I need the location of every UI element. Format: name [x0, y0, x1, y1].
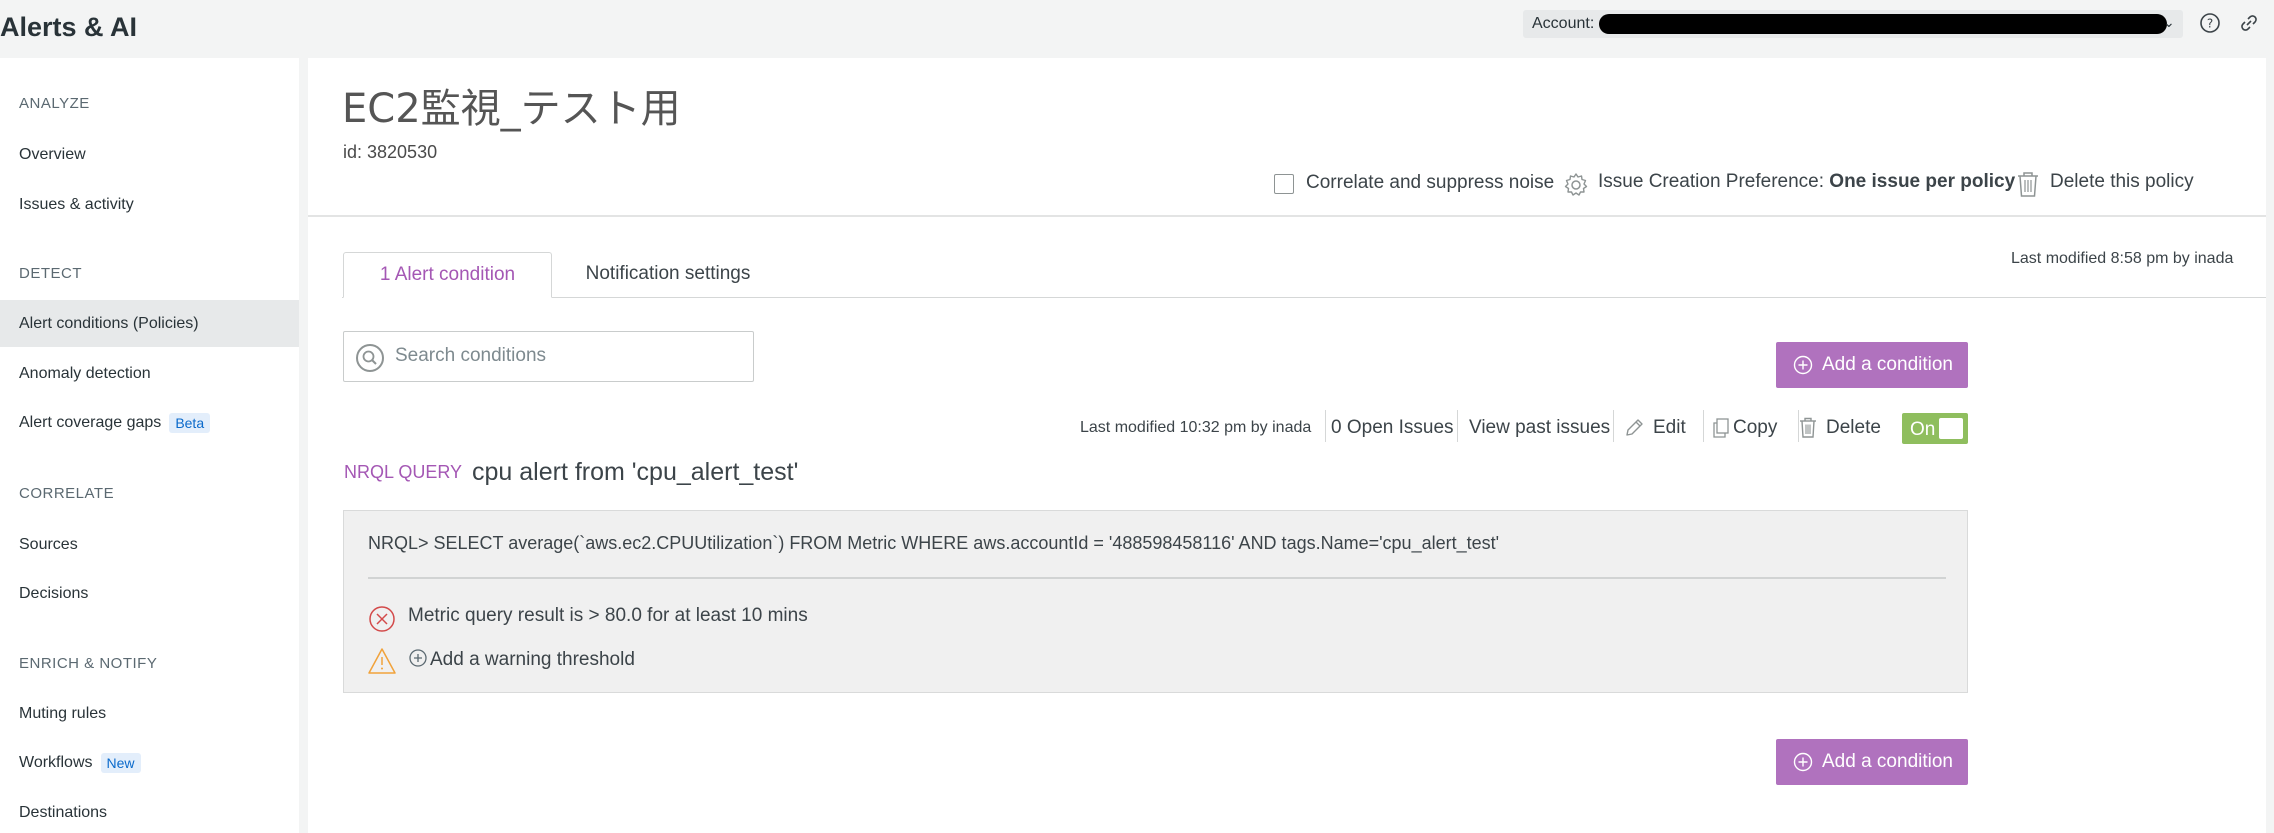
warning-triangle-icon: [368, 648, 396, 674]
account-label: Account:: [1532, 15, 1595, 32]
divider: [308, 215, 2266, 217]
sidebar-item-label: Muting rules: [19, 705, 107, 722]
delete-condition-button[interactable]: Delete: [1826, 417, 1881, 439]
add-warning-threshold-link[interactable]: Add a warning threshold: [430, 649, 635, 671]
new-badge: New: [100, 752, 141, 773]
copy-button[interactable]: Copy: [1733, 417, 1777, 439]
condition-type-label: NRQL QUERY: [344, 462, 463, 482]
separator: [1457, 410, 1458, 442]
section-title-enrich-notify: ENRICH & NOTIFY: [19, 655, 158, 672]
toggle-label: On: [1910, 419, 1936, 440]
app-title: Alerts & AI: [0, 12, 138, 42]
critical-threshold[interactable]: Metric query result is > 80.0 for at lea…: [408, 605, 808, 627]
section-title-detect: DETECT: [19, 265, 82, 282]
delete-policy-button[interactable]: Delete this policy: [2050, 171, 2194, 193]
plus-circle-icon: [1793, 752, 1813, 772]
policy-last-modified: Last modified 8:58 pm by inada: [2011, 250, 2234, 267]
sidebar-item-destinations[interactable]: Destinations: [0, 789, 299, 833]
condition-last-modified: Last modified 10:32 pm by inada: [1080, 419, 1312, 436]
sidebar: ANALYZE Overview Issues & activity DETEC…: [0, 58, 299, 833]
sidebar-item-label: Sources: [19, 536, 78, 553]
plus-circle-icon[interactable]: [408, 648, 428, 668]
top-bar: Alerts & AI Account: ⌄ ?: [0, 0, 2274, 58]
plus-circle-icon: [1793, 355, 1813, 375]
beta-badge: Beta: [169, 412, 211, 433]
issue-creation-preference[interactable]: Issue Creation Preference: One issue per…: [1598, 171, 2015, 193]
issue-pref-value: One issue per policy: [1829, 171, 2016, 192]
svg-text:?: ?: [2207, 17, 2213, 31]
condition-query-box: NRQL> SELECT average(`aws.ec2.CPUUtiliza…: [343, 510, 1968, 693]
toggle-knob: [1939, 418, 1963, 439]
link-icon[interactable]: [2238, 12, 2260, 34]
add-condition-button[interactable]: Add a condition: [1776, 342, 1968, 388]
copy-icon: [1713, 418, 1729, 438]
correlate-checkbox[interactable]: [1274, 174, 1294, 194]
sidebar-item-label: Anomaly detection: [19, 365, 151, 382]
policy-id: id: 3820530: [343, 142, 438, 162]
sidebar-item-label: Issues & activity: [19, 196, 134, 213]
search-conditions[interactable]: [343, 331, 754, 382]
sidebar-item-alert-conditions[interactable]: Alert conditions (Policies): [0, 300, 299, 347]
chevron-down-icon: ⌄: [2163, 14, 2175, 30]
sidebar-item-anomaly-detection[interactable]: Anomaly detection: [0, 350, 299, 397]
separator: [1325, 410, 1326, 442]
tab-notification-settings[interactable]: Notification settings: [568, 252, 768, 298]
account-selector[interactable]: Account: ⌄: [1523, 10, 2183, 38]
condition-enabled-toggle[interactable]: On: [1902, 413, 1968, 444]
add-condition-button-bottom[interactable]: Add a condition: [1776, 739, 1968, 785]
view-past-issues-link[interactable]: View past issues: [1469, 417, 1610, 439]
page-title: EC2監視_テスト用: [342, 86, 681, 132]
sidebar-item-label: Workflows: [19, 754, 93, 771]
add-condition-label: Add a condition: [1822, 354, 1953, 375]
separator: [1613, 410, 1614, 442]
sidebar-item-workflows[interactable]: Workflows New: [0, 739, 299, 786]
sidebar-item-label: Destinations: [19, 804, 108, 821]
trash-icon: [1800, 417, 1816, 438]
condition-name[interactable]: cpu alert from 'cpu_alert_test': [472, 458, 798, 487]
tab-alert-conditions[interactable]: 1 Alert condition: [343, 252, 552, 298]
section-title-correlate: CORRELATE: [19, 485, 115, 502]
gear-icon: [1564, 173, 1588, 196]
search-input[interactable]: [395, 344, 735, 368]
nrql-query: NRQL> SELECT average(`aws.ec2.CPUUtiliza…: [368, 533, 1500, 553]
divider: [368, 577, 1946, 579]
issue-pref-label: Issue Creation Preference:: [1598, 171, 1825, 192]
account-value-redacted: [1599, 14, 2167, 34]
section-title-analyze: ANALYZE: [19, 95, 90, 112]
sidebar-item-muting-rules[interactable]: Muting rules: [0, 690, 299, 737]
sidebar-item-label: Overview: [19, 146, 86, 163]
critical-x-icon: [369, 606, 395, 632]
sidebar-item-label: Alert conditions (Policies): [19, 315, 199, 332]
sidebar-item-label: Decisions: [19, 585, 89, 602]
pencil-icon: [1626, 419, 1643, 436]
separator: [1703, 410, 1704, 442]
help-circle-icon[interactable]: ?: [2199, 12, 2221, 34]
correlate-label[interactable]: Correlate and suppress noise: [1306, 172, 1554, 194]
sidebar-item-sources[interactable]: Sources: [0, 521, 299, 568]
edit-button[interactable]: Edit: [1653, 417, 1686, 439]
sidebar-item-alert-coverage-gaps[interactable]: Alert coverage gaps Beta: [0, 399, 299, 446]
trash-icon: [2018, 172, 2038, 197]
open-issues-link[interactable]: 0 Open Issues: [1331, 417, 1454, 439]
sidebar-item-overview[interactable]: Overview: [0, 131, 299, 178]
sidebar-item-issues-activity[interactable]: Issues & activity: [0, 181, 299, 228]
add-condition-label: Add a condition: [1822, 751, 1953, 772]
sidebar-item-label: Alert coverage gaps: [19, 414, 162, 431]
search-icon: [356, 344, 384, 372]
main-content: EC2監視_テスト用 id: 3820530 Correlate and sup…: [308, 58, 2266, 833]
sidebar-item-decisions[interactable]: Decisions: [0, 570, 299, 617]
